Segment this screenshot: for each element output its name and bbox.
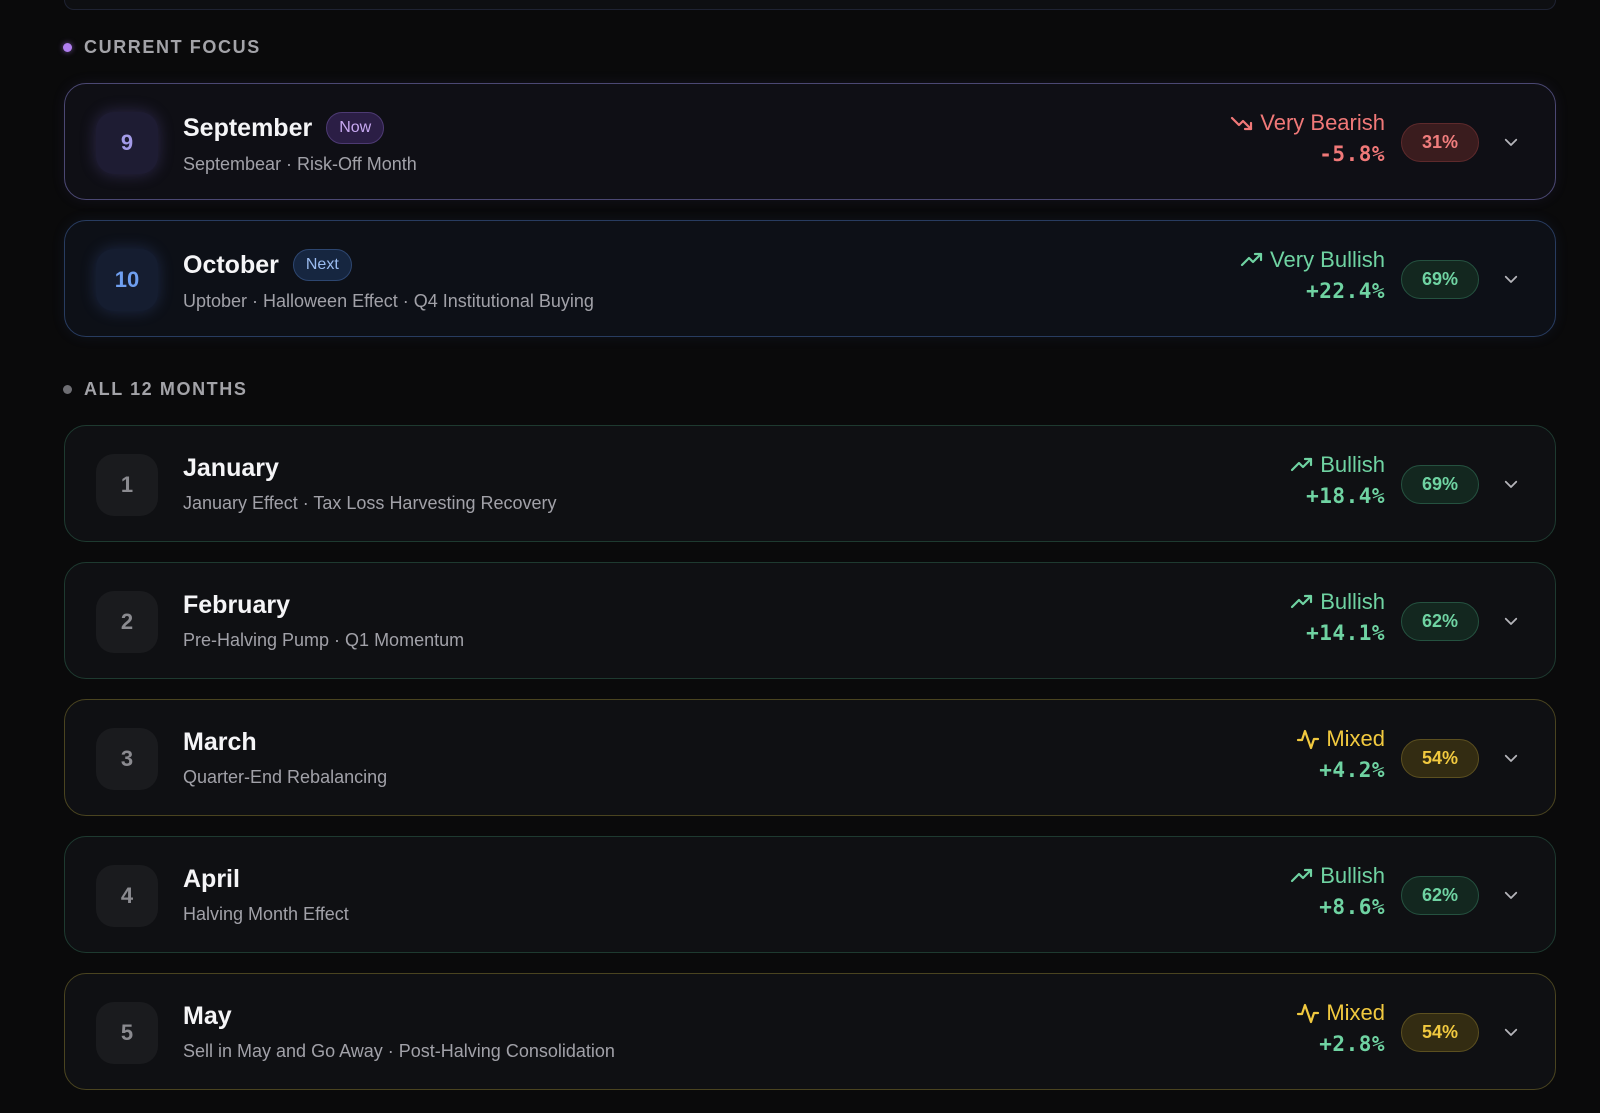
gray-dot-icon: [63, 385, 72, 394]
trend-up-icon: [1291, 457, 1313, 472]
month-number: 1: [96, 454, 158, 516]
probability-badge: 62%: [1401, 602, 1479, 641]
sentiment-block: Bullish +18.4%: [1290, 452, 1385, 508]
month-titles: May Sell in May and Go Away · Post-Halvi…: [183, 1002, 615, 1062]
sentiment-row: Mixed: [1296, 726, 1385, 752]
probability-badge: 31%: [1401, 123, 1479, 162]
probability-badge: 69%: [1401, 260, 1479, 299]
probability-badge: 69%: [1401, 465, 1479, 504]
month-name: April: [183, 865, 240, 893]
sentiment-label: Bullish: [1320, 452, 1385, 477]
sentiment-row: Very Bearish: [1230, 110, 1385, 136]
average-return: +22.4%: [1306, 279, 1385, 303]
chevron-down-icon[interactable]: [1499, 472, 1523, 496]
trend-up-icon: [1291, 868, 1313, 883]
average-return: -5.8%: [1319, 142, 1385, 166]
month-number: 5: [96, 1002, 158, 1064]
month-subtitle: Pre-Halving Pump · Q1 Momentum: [183, 630, 465, 650]
month-card-february[interactable]: 2 February Pre-Halving Pump · Q1 Momentu…: [64, 562, 1556, 679]
section-label-current-focus: CURRENT FOCUS: [63, 37, 261, 58]
month-card-may[interactable]: 5 May Sell in May and Go Away · Post-Hal…: [64, 973, 1556, 1090]
average-return: +2.8%: [1319, 1032, 1385, 1056]
sentiment-row: Bullish: [1290, 452, 1385, 478]
month-titles: September Now Septembear · Risk-Off Mont…: [183, 112, 417, 175]
probability-badge: 54%: [1401, 739, 1479, 778]
sentiment-block: Very Bullish +22.4%: [1240, 247, 1385, 303]
month-card-april[interactable]: 4 April Halving Month Effect Bullish +8.…: [64, 836, 1556, 953]
now-badge: Now: [326, 112, 385, 144]
month-number: 4: [96, 865, 158, 927]
sentiment-row: Mixed: [1296, 1000, 1385, 1026]
sentiment-block: Mixed +2.8%: [1296, 1000, 1385, 1056]
month-titles: April Halving Month Effect: [183, 865, 349, 925]
month-subtitle: Septembear · Risk-Off Month: [183, 154, 417, 174]
month-name: May: [183, 1002, 232, 1030]
month-name: March: [183, 728, 257, 756]
sentiment-block: Bullish +8.6%: [1290, 863, 1385, 919]
month-subtitle: Quarter-End Rebalancing: [183, 767, 388, 787]
sentiment-row: Bullish: [1290, 589, 1385, 615]
month-name: October: [183, 250, 279, 279]
section-label-all-months: ALL 12 MONTHS: [63, 379, 247, 400]
month-number: 2: [96, 591, 158, 653]
trend-up-icon: [1291, 594, 1313, 609]
month-subtitle: January Effect · Tax Loss Harvesting Rec…: [183, 493, 557, 513]
probability-badge: 54%: [1401, 1013, 1479, 1052]
previous-card-edge: [64, 0, 1556, 10]
sentiment-block: Very Bearish -5.8%: [1230, 110, 1385, 166]
average-return: +8.6%: [1319, 895, 1385, 919]
sentiment-row: Very Bullish: [1240, 247, 1385, 273]
month-name: February: [183, 591, 290, 619]
sentiment-label: Mixed: [1326, 726, 1385, 751]
activity-icon: [1297, 729, 1320, 750]
month-subtitle: Sell in May and Go Away · Post-Halving C…: [183, 1041, 615, 1061]
chevron-down-icon[interactable]: [1499, 267, 1523, 291]
month-number: 10: [96, 249, 158, 311]
month-titles: January January Effect · Tax Loss Harves…: [183, 454, 557, 514]
month-name: January: [183, 454, 279, 482]
month-titles: February Pre-Halving Pump · Q1 Momentum: [183, 591, 464, 651]
month-number: 9: [96, 112, 158, 174]
month-number: 3: [96, 728, 158, 790]
chevron-down-icon[interactable]: [1499, 130, 1523, 154]
current-focus-list: 9 September Now Septembear · Risk-Off Mo…: [64, 83, 1556, 337]
chevron-down-icon[interactable]: [1499, 746, 1523, 770]
month-titles: October Next Uptober · Halloween Effect …: [183, 249, 594, 312]
month-subtitle: Uptober · Halloween Effect · Q4 Institut…: [183, 291, 594, 311]
sentiment-label: Bullish: [1320, 589, 1385, 614]
sentiment-row: Bullish: [1290, 863, 1385, 889]
sentiment-block: Mixed +4.2%: [1296, 726, 1385, 782]
month-card-september[interactable]: 9 September Now Septembear · Risk-Off Mo…: [64, 83, 1556, 200]
average-return: +4.2%: [1319, 758, 1385, 782]
month-subtitle: Halving Month Effect: [183, 904, 349, 924]
trend-up-icon: [1240, 252, 1263, 267]
chevron-down-icon[interactable]: [1499, 1020, 1523, 1044]
month-name: September: [183, 113, 313, 142]
sentiment-label: Very Bearish: [1260, 110, 1385, 135]
sentiment-label: Bullish: [1320, 863, 1385, 888]
next-badge: Next: [292, 249, 352, 281]
month-card-january[interactable]: 1 January January Effect · Tax Loss Harv…: [64, 425, 1556, 542]
trend-down-icon: [1231, 116, 1253, 131]
month-titles: March Quarter-End Rebalancing: [183, 728, 387, 788]
average-return: +14.1%: [1306, 621, 1385, 645]
month-card-october[interactable]: 10 October Next Uptober · Halloween Effe…: [64, 220, 1556, 337]
average-return: +18.4%: [1306, 484, 1385, 508]
purple-dot-icon: [63, 43, 72, 52]
sentiment-block: Bullish +14.1%: [1290, 589, 1385, 645]
sentiment-label: Very Bullish: [1270, 247, 1385, 272]
probability-badge: 62%: [1401, 876, 1479, 915]
sentiment-label: Mixed: [1326, 1000, 1385, 1025]
chevron-down-icon[interactable]: [1499, 883, 1523, 907]
month-card-march[interactable]: 3 March Quarter-End Rebalancing Mixed +4…: [64, 699, 1556, 816]
chevron-down-icon[interactable]: [1499, 609, 1523, 633]
section-title: ALL 12 MONTHS: [84, 379, 248, 399]
section-title: CURRENT FOCUS: [84, 37, 261, 57]
activity-icon: [1297, 1003, 1320, 1024]
all-months-list: 1 January January Effect · Tax Loss Harv…: [64, 425, 1556, 1090]
